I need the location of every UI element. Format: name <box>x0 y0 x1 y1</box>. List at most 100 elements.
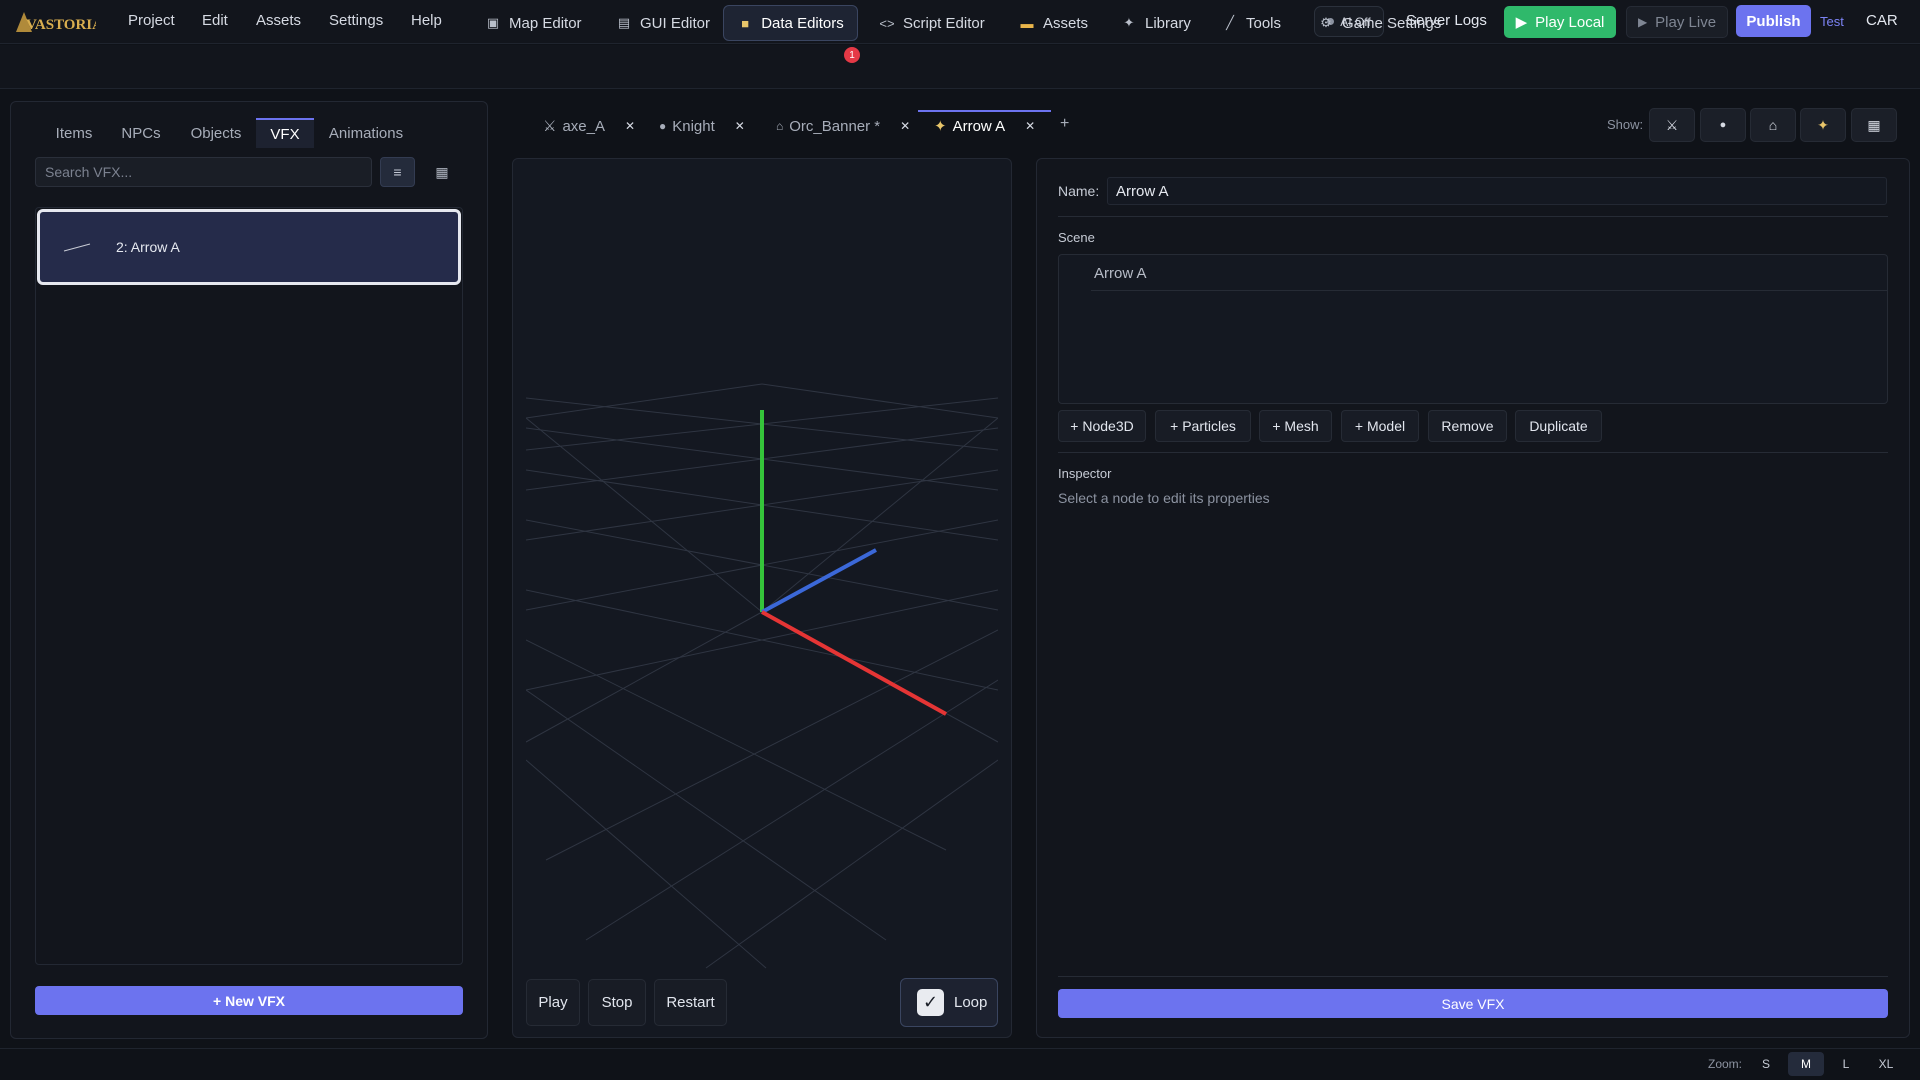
tab-map-editor[interactable]: ▣ Map Editor <box>477 8 590 38</box>
folder-icon: ▬ <box>1020 15 1034 31</box>
category-tab-npcs[interactable]: NPCs <box>114 118 168 148</box>
tab-label: GUI Editor <box>640 14 711 32</box>
name-field[interactable] <box>1107 177 1887 205</box>
z-axis <box>761 548 877 614</box>
menu-edit[interactable]: Edit <box>202 12 228 29</box>
tab-data-editors[interactable]: ■ Data Editors <box>723 5 858 41</box>
zoom-m-button[interactable]: M <box>1788 1052 1824 1076</box>
add-model-button[interactable]: + Model <box>1341 410 1419 442</box>
category-tab-items[interactable]: Items <box>42 118 106 148</box>
zoom-xl-button[interactable]: XL <box>1868 1052 1904 1076</box>
loop-label: Loop <box>954 994 988 1011</box>
scene-section-title: Scene <box>1058 230 1095 245</box>
play-local-button[interactable]: ▶ Play Local <box>1504 6 1616 38</box>
notification-badge: 1 <box>844 47 860 63</box>
gear-icon: ⚙ <box>1320 15 1332 30</box>
test-link[interactable]: Test <box>1820 14 1844 29</box>
tab-assets[interactable]: ▬ Assets <box>1011 8 1096 38</box>
list-item[interactable]: 2: Arrow A <box>37 209 461 285</box>
tab-gui-editor[interactable]: ▤ GUI Editor <box>608 8 718 38</box>
remove-node-button[interactable]: Remove <box>1428 410 1507 442</box>
doc-tab-label: Orc_Banner * <box>789 117 881 135</box>
add-mesh-button[interactable]: + Mesh <box>1259 410 1332 442</box>
menu-settings[interactable]: Settings <box>329 12 383 29</box>
list-item-label: 2: Arrow A <box>116 239 180 255</box>
close-icon[interactable]: ✕ <box>625 119 635 133</box>
gui-icon: ▤ <box>617 15 631 30</box>
doc-tab-arrow-a[interactable]: ✦ Arrow A ✕ <box>918 110 1052 140</box>
filter-animations-button[interactable]: ▦ <box>1851 108 1897 142</box>
publish-button[interactable]: Publish <box>1736 5 1811 37</box>
status-bar <box>0 1048 1920 1080</box>
sparkle-icon: ✦ <box>934 118 947 135</box>
new-vfx-button[interactable]: + New VFX <box>35 986 463 1015</box>
tab-tools[interactable]: ╱ Tools <box>1214 8 1289 38</box>
divider <box>1058 452 1888 453</box>
tab-library[interactable]: ✦ Library <box>1113 8 1199 38</box>
editor-nav-bar <box>0 45 1920 89</box>
vfx-restart-button[interactable]: Restart <box>654 979 727 1026</box>
doc-tab-label: Arrow A <box>952 117 1006 135</box>
inspector-section-title: Inspector <box>1058 466 1112 481</box>
inspector-empty-message: Select a node to edit its properties <box>1058 490 1270 506</box>
add-node3d-button[interactable]: + Node3D <box>1058 410 1146 442</box>
close-icon[interactable]: ✕ <box>1025 119 1035 133</box>
zoom-l-button[interactable]: L <box>1828 1052 1864 1076</box>
vfx-play-button[interactable]: Play <box>526 979 580 1026</box>
doc-tab-orc-banner[interactable]: ⌂ Orc_Banner * ✕ <box>776 112 910 140</box>
swords-icon: ⚔ <box>1665 116 1679 133</box>
zoom-s-button[interactable]: S <box>1748 1052 1784 1076</box>
save-vfx-button[interactable]: Save VFX <box>1058 989 1888 1018</box>
tab-game-settings[interactable]: ⚙ Game Settings <box>1310 8 1449 38</box>
doc-tab-label: Knight <box>672 117 715 135</box>
map-icon: ▣ <box>486 15 500 30</box>
category-tab-objects[interactable]: Objects <box>182 118 250 148</box>
checkbox-checked-icon[interactable]: ✓ <box>917 989 944 1016</box>
vastoria-logo[interactable]: VASTORIA <box>14 8 96 36</box>
vfx-stop-button[interactable]: Stop <box>588 979 646 1026</box>
add-particles-button[interactable]: + Particles <box>1155 410 1251 442</box>
close-icon[interactable]: ✕ <box>735 119 745 133</box>
name-label: Name: <box>1058 183 1100 199</box>
loop-toggle[interactable]: ✓ Loop <box>900 978 998 1027</box>
tab-label: Assets <box>1043 14 1089 32</box>
menu-help[interactable]: Help <box>411 12 442 29</box>
filter-npcs-button[interactable]: ● <box>1700 108 1746 142</box>
sparkle-icon: ✦ <box>1123 15 1135 30</box>
add-tab-button[interactable]: + <box>1060 115 1069 133</box>
menu-project[interactable]: Project <box>128 12 175 29</box>
wand-icon: ╱ <box>1226 15 1234 30</box>
scene-node-item[interactable]: Arrow A <box>1094 265 1147 282</box>
scene-tree <box>1058 254 1888 404</box>
tab-label: Map Editor <box>509 14 582 32</box>
database-icon: ■ <box>741 15 750 31</box>
play-live-button[interactable]: ▶ Play Live <box>1626 6 1728 38</box>
doc-tab-label: axe_A <box>562 117 605 135</box>
menu-assets[interactable]: Assets <box>256 12 301 29</box>
list-view-icon[interactable]: ≡ <box>380 157 415 187</box>
search-input[interactable] <box>35 157 372 187</box>
film-icon: ▦ <box>1867 116 1881 133</box>
tab-label: Script Editor <box>903 14 985 32</box>
house-icon: ⌂ <box>776 119 784 133</box>
grid-view-icon[interactable]: ▦ <box>424 157 460 187</box>
duplicate-node-button[interactable]: Duplicate <box>1515 410 1602 442</box>
tab-label: Library <box>1145 14 1191 32</box>
user-menu[interactable]: CAR <box>1866 12 1898 29</box>
filter-vfx-button[interactable]: ✦ <box>1800 108 1846 142</box>
doc-tab-axe-a[interactable]: ⚔ axe_A ✕ <box>543 112 635 140</box>
play-icon: ▶ <box>1637 15 1648 29</box>
show-filter-label: Show: <box>1607 117 1644 132</box>
tab-script-editor[interactable]: <> Script Editor <box>871 8 993 38</box>
play-local-label: Play Local <box>1535 13 1605 31</box>
filter-items-button[interactable]: ⚔ <box>1649 108 1695 142</box>
x-axis <box>761 610 947 716</box>
category-tab-animations[interactable]: Animations <box>322 118 410 148</box>
divider <box>1058 976 1888 977</box>
close-icon[interactable]: ✕ <box>900 119 910 133</box>
category-tab-vfx[interactable]: VFX <box>256 118 314 148</box>
doc-tab-knight[interactable]: ● Knight ✕ <box>659 112 745 140</box>
filter-objects-button[interactable]: ⌂ <box>1750 108 1796 142</box>
sparkle-icon: ✦ <box>1817 116 1829 133</box>
house-icon: ⌂ <box>1768 117 1778 133</box>
